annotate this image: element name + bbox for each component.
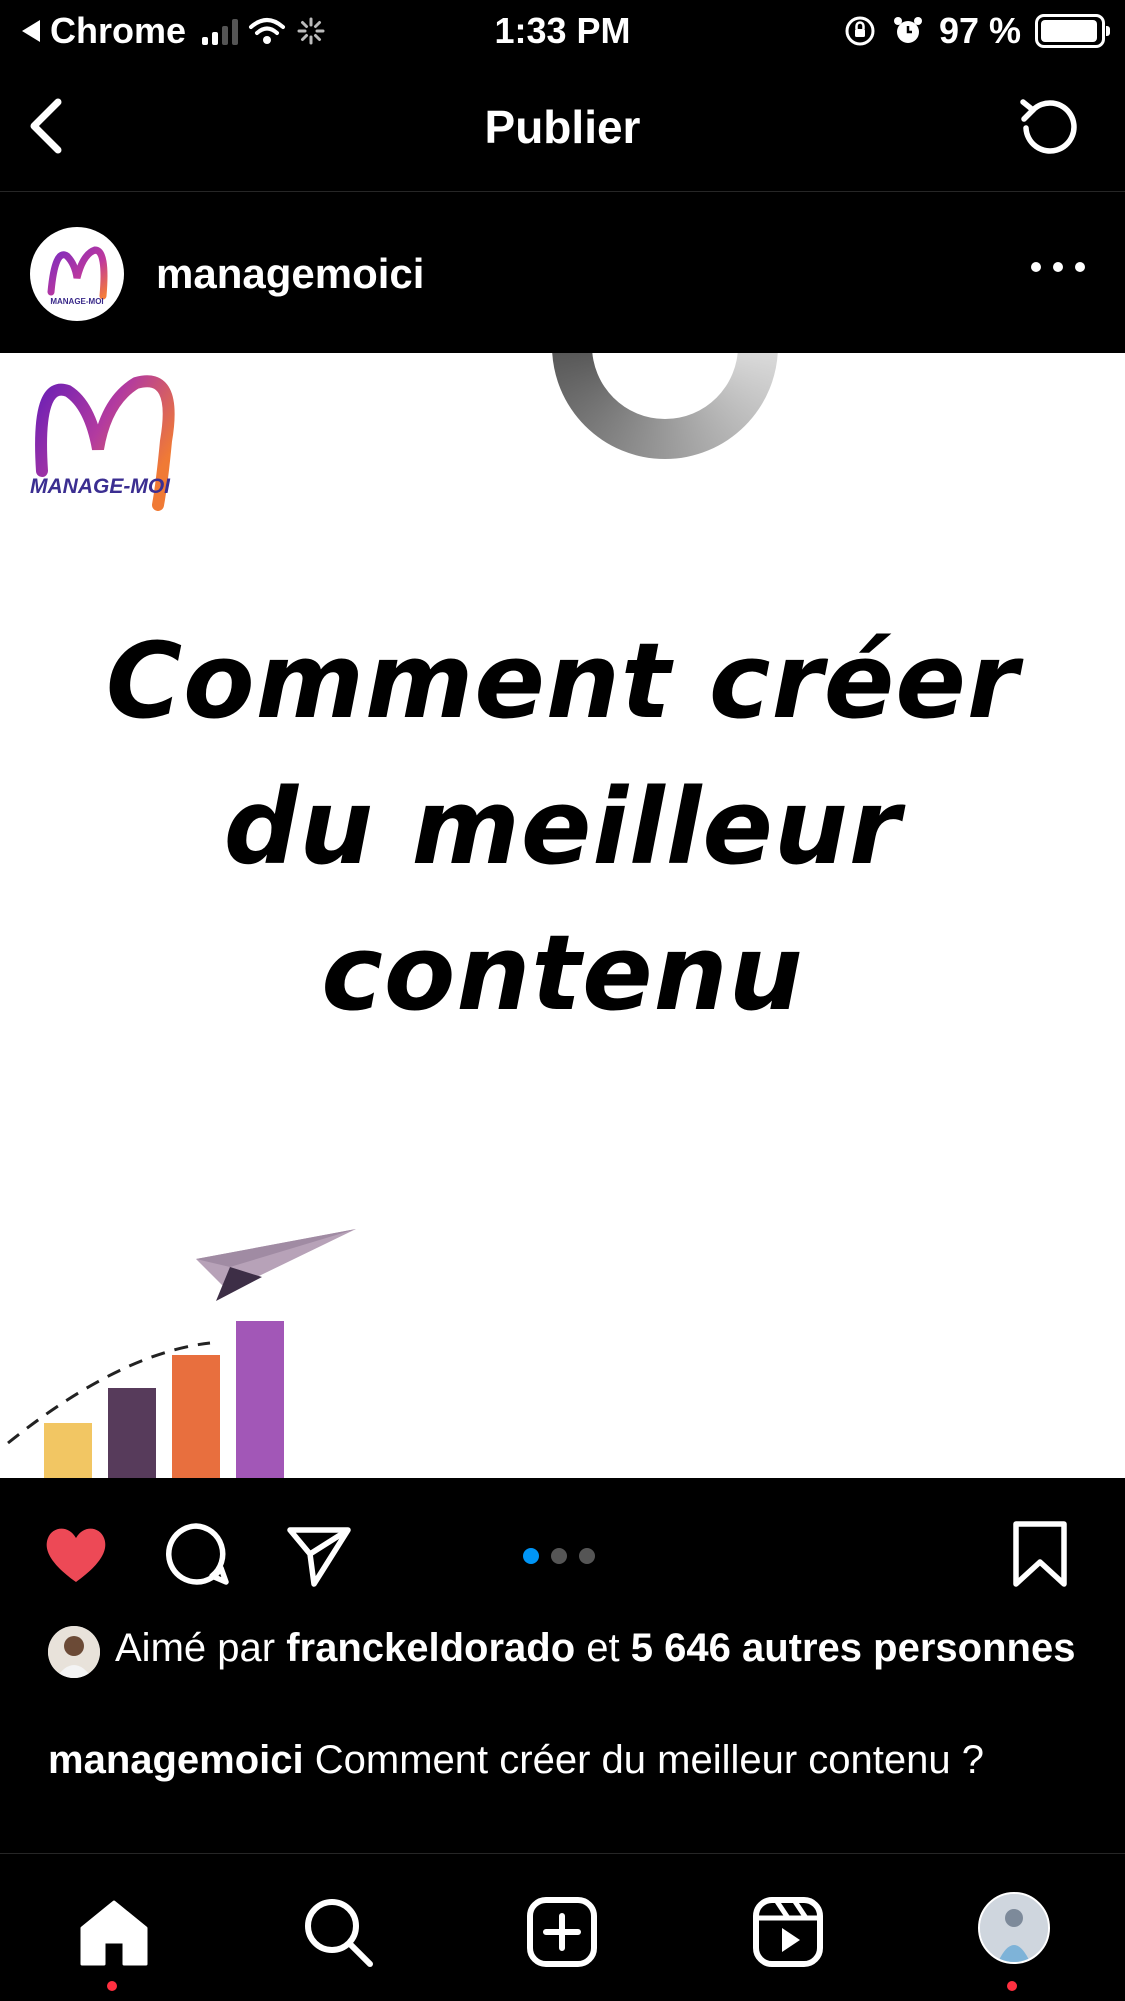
chart-bar <box>172 1355 220 1478</box>
likes-connector: et <box>586 1626 620 1670</box>
create-icon[interactable] <box>522 1892 602 1972</box>
likes-prefix: Aimé par <box>115 1626 276 1670</box>
headline-line: du meilleur <box>223 766 902 888</box>
home-icon[interactable] <box>74 1892 154 1972</box>
caption-author[interactable]: managemoici <box>48 1738 304 1782</box>
paper-plane-icon <box>196 1229 356 1301</box>
carousel-dot <box>579 1548 595 1564</box>
post-actions <box>0 1478 1125 1618</box>
carousel-indicator <box>523 1548 595 1564</box>
more-options-icon[interactable] <box>1031 255 1085 279</box>
liker-avatar <box>48 1626 100 1678</box>
comment-icon[interactable] <box>160 1518 232 1590</box>
headline-line: Comment créer <box>105 620 1020 742</box>
managemoi-logo-image: MANAGE-MOI <box>30 375 175 511</box>
headline-line: contenu <box>321 912 804 1034</box>
managemoi-logo-icon: MANAGE-MOI <box>47 246 108 306</box>
page-title: Publier <box>484 101 641 153</box>
post-image[interactable]: MANAGE-MOI Comment créer du meilleur con… <box>0 353 1125 1478</box>
bookmark-icon[interactable] <box>1004 1518 1076 1590</box>
home-notification-dot <box>107 1981 117 1991</box>
status-right: 97 % <box>843 10 1110 52</box>
author-username[interactable]: managemoici <box>156 250 424 298</box>
search-icon[interactable] <box>298 1892 378 1972</box>
author-avatar[interactable]: MANAGE-MOI <box>30 227 124 321</box>
post-author-row: MANAGE-MOI managemoici <box>0 193 1125 353</box>
orientation-lock-icon <box>845 16 875 46</box>
profile-avatar[interactable] <box>978 1892 1050 1964</box>
header-bar: Publier <box>0 62 1125 192</box>
chart-bar <box>44 1423 92 1478</box>
carousel-dot <box>523 1548 539 1564</box>
battery-fill <box>1041 20 1098 42</box>
carousel-dot <box>551 1548 567 1564</box>
caption-text: Comment créer du meilleur contenu ? <box>314 1738 984 1782</box>
status-bar: Chrome 1:33 PM 97 % <box>0 0 1125 62</box>
alarm-icon <box>893 17 922 43</box>
logo-text: MANAGE-MOI <box>30 475 171 498</box>
growth-chart-illustration <box>7 1229 356 1478</box>
battery-percent: 97 % <box>938 10 1021 51</box>
like-heart-icon[interactable] <box>40 1518 112 1590</box>
liked-by-username[interactable]: franckeldorado <box>286 1626 575 1670</box>
bottom-navigation <box>0 1853 1125 2001</box>
profile-notification-dot <box>1007 1981 1017 1991</box>
share-send-icon[interactable] <box>282 1518 354 1590</box>
chart-bar <box>108 1388 156 1478</box>
svg-text:MANAGE-MOI: MANAGE-MOI <box>50 297 103 306</box>
image-headline: Comment créer du meilleur contenu <box>0 608 1125 1046</box>
post-caption[interactable]: managemoici Comment créer du meilleur co… <box>48 1736 1088 1784</box>
chart-bar <box>236 1321 284 1478</box>
likes-others-count[interactable]: 5 646 autres personnes <box>631 1626 1076 1670</box>
likes-text: Aimé par franckeldorado et 5 646 autres … <box>115 1624 1088 1672</box>
refresh-icon[interactable] <box>1015 92 1085 162</box>
battery-icon <box>1035 14 1110 48</box>
likes-summary[interactable]: Aimé par franckeldorado et 5 646 autres … <box>48 1624 1088 1678</box>
decorative-ring <box>552 353 778 459</box>
reels-icon[interactable] <box>748 1892 828 1972</box>
